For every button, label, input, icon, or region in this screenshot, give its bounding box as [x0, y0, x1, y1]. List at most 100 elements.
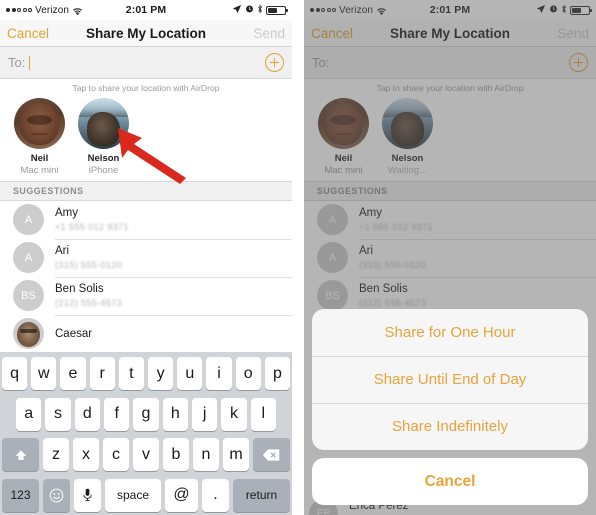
emoji-smiley-icon[interactable] [43, 478, 70, 512]
add-contact-plus-icon[interactable] [569, 53, 588, 72]
airdrop-contact-name: Neil [30, 153, 49, 164]
share-indefinitely-button[interactable]: Share Indefinitely [312, 403, 588, 450]
status-bar-left: Verizon 2:01 PM [0, 0, 292, 20]
navigation-bar-left: Cancel Share My Location Send [0, 20, 292, 47]
key-j[interactable]: j [191, 397, 218, 431]
key-q[interactable]: q [1, 357, 28, 390]
key-c[interactable]: c [103, 438, 129, 472]
to-label: To: [312, 55, 330, 70]
key-f[interactable]: f [104, 397, 130, 431]
airdrop-contact[interactable]: Nelson Waiting... [381, 98, 434, 177]
recipient-to-field[interactable]: To: [304, 47, 596, 79]
status-left-group: Verizon [310, 5, 387, 16]
key-s[interactable]: s [45, 397, 71, 431]
navigation-bar-right: Cancel Share My Location Send [304, 20, 596, 47]
contact-name: Amy [359, 207, 382, 220]
list-item[interactable]: A Ari (315) 555-0120 [304, 238, 596, 277]
airdrop-contact-device: Mac mini [324, 164, 363, 176]
key-e[interactable]: e [60, 357, 86, 390]
contact-number: (212) 555-4573 [55, 297, 123, 308]
recipient-to-field[interactable]: To: [0, 47, 292, 79]
list-item[interactable]: Caesar [0, 314, 292, 353]
shift-arrow-icon[interactable] [2, 438, 39, 472]
key-y[interactable]: y [148, 357, 174, 390]
contact-name: Ari [55, 245, 70, 258]
text-cursor [29, 55, 31, 70]
key-z[interactable]: z [43, 438, 69, 472]
status-bar-right: Verizon 2:01 PM [304, 0, 596, 20]
phone-screen-right: Verizon 2:01 PM Cancel Share My Location… [304, 0, 596, 515]
avatar: A [317, 242, 348, 274]
signal-strength-dots [6, 8, 32, 12]
period-key[interactable]: . [202, 478, 229, 512]
battery-icon [570, 5, 592, 15]
avatar [382, 98, 433, 149]
on-screen-keyboard[interactable]: q w e r t y u i o p a s d f g h j k l z … [0, 352, 292, 515]
avatar [14, 98, 65, 149]
key-i[interactable]: i [206, 357, 232, 390]
contact-name: Ari [359, 245, 374, 258]
share-one-hour-button[interactable]: Share for One Hour [312, 309, 588, 356]
to-label: To: [8, 55, 26, 70]
backspace-delete-icon[interactable] [253, 438, 290, 472]
contact-number: (315) 555-0120 [55, 259, 123, 270]
keyboard-row-4: 123 space @ . return [2, 478, 290, 512]
key-t[interactable]: t [118, 357, 144, 390]
suggestions-list-right: A Amy +1 555 012 9371 A Ari (315) 555-01… [304, 200, 596, 315]
key-a[interactable]: a [16, 397, 42, 431]
keyboard-row-2: a s d f g h j k l [2, 397, 290, 431]
action-sheet-cancel-button[interactable]: Cancel [312, 458, 588, 505]
cancel-button[interactable]: Cancel [311, 26, 353, 41]
at-key[interactable]: @ [165, 478, 198, 512]
add-contact-plus-icon[interactable] [265, 53, 284, 72]
key-l[interactable]: l [250, 397, 276, 431]
airdrop-contact[interactable]: Neil Mac mini [13, 98, 66, 177]
airdrop-contact-list: Neil Mac mini Nelson Waiting... [304, 98, 596, 181]
key-h[interactable]: h [162, 397, 188, 431]
cancel-button[interactable]: Cancel [7, 26, 49, 41]
list-item[interactable]: A Amy +1 555 012 9371 [304, 201, 596, 239]
airdrop-contact[interactable]: Nelson iPhone [77, 98, 130, 177]
suggestions-header: SUGGESTIONS [304, 180, 596, 201]
airdrop-contact[interactable]: Neil Mac mini [317, 98, 370, 177]
key-d[interactable]: d [74, 397, 100, 431]
list-item[interactable]: BS Ben Solis (212) 555-4573 [0, 276, 292, 315]
numbers-key[interactable]: 123 [2, 478, 39, 512]
key-k[interactable]: k [221, 397, 247, 431]
key-b[interactable]: b [163, 438, 189, 472]
send-button[interactable]: Send [253, 26, 285, 41]
airdrop-contact-name: Neil [334, 153, 353, 164]
key-w[interactable]: w [31, 357, 57, 390]
signal-strength-dots [310, 8, 336, 12]
key-v[interactable]: v [133, 438, 159, 472]
share-end-of-day-button[interactable]: Share Until End of Day [312, 356, 588, 403]
location-arrow-icon [536, 4, 546, 17]
carrier-label: Verizon [35, 4, 70, 16]
key-u[interactable]: u [177, 357, 203, 390]
airdrop-contact-device: iPhone [88, 164, 119, 176]
list-item[interactable]: A Ari (315) 555-0120 [0, 238, 292, 277]
microphone-icon[interactable] [74, 478, 101, 512]
key-x[interactable]: x [73, 438, 99, 472]
wifi-icon [72, 7, 83, 16]
phone-screen-left: Verizon 2:01 PM Cancel Share My Location… [0, 0, 292, 515]
location-arrow-icon [232, 4, 242, 17]
key-m[interactable]: m [223, 438, 249, 472]
list-item[interactable]: A Amy +1 555 012 9371 [0, 201, 292, 239]
avatar [78, 98, 129, 149]
key-o[interactable]: o [235, 357, 261, 390]
key-g[interactable]: g [133, 397, 159, 431]
space-key[interactable]: space [105, 478, 161, 512]
send-button[interactable]: Send [557, 26, 589, 41]
keyboard-row-1: q w e r t y u i o p [1, 357, 291, 390]
bluetooth-icon [561, 4, 567, 17]
key-p[interactable]: p [264, 357, 291, 390]
wifi-icon [376, 7, 387, 16]
airdrop-contact-status: Waiting... [387, 164, 428, 176]
airdrop-contact-name: Nelson [391, 153, 424, 164]
avatar [13, 318, 44, 350]
status-right-group [232, 4, 288, 17]
key-r[interactable]: r [89, 357, 115, 390]
key-n[interactable]: n [193, 438, 219, 472]
return-key[interactable]: return [233, 478, 290, 512]
